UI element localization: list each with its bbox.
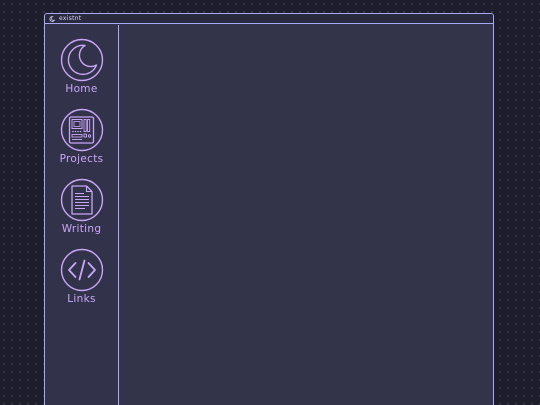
document-icon [60,178,103,221]
sidebar-item-links[interactable]: Links [60,248,104,305]
sidebar-nav: Home Projects Writing Links [45,24,119,405]
sidebar-item-label: Projects [59,152,104,165]
circuit-board-icon [60,108,103,151]
sidebar-item-label: Links [67,292,96,305]
main-content-panel [119,24,493,405]
sidebar-item-home[interactable]: Home [60,38,104,95]
sidebar-item-projects[interactable]: Projects [60,108,104,165]
sidebar-item-writing[interactable]: Writing [60,178,104,235]
title-bar: existnt [45,14,493,24]
app-window: existnt Home Projects Writing Links [44,13,494,405]
moon-icon [49,15,55,22]
code-brackets-icon [60,248,103,291]
window-content: Home Projects Writing Links [45,24,493,405]
moon-icon [60,38,103,81]
sidebar-item-label: Home [65,82,98,95]
window-title: existnt [59,14,82,22]
sidebar-item-label: Writing [61,222,102,235]
